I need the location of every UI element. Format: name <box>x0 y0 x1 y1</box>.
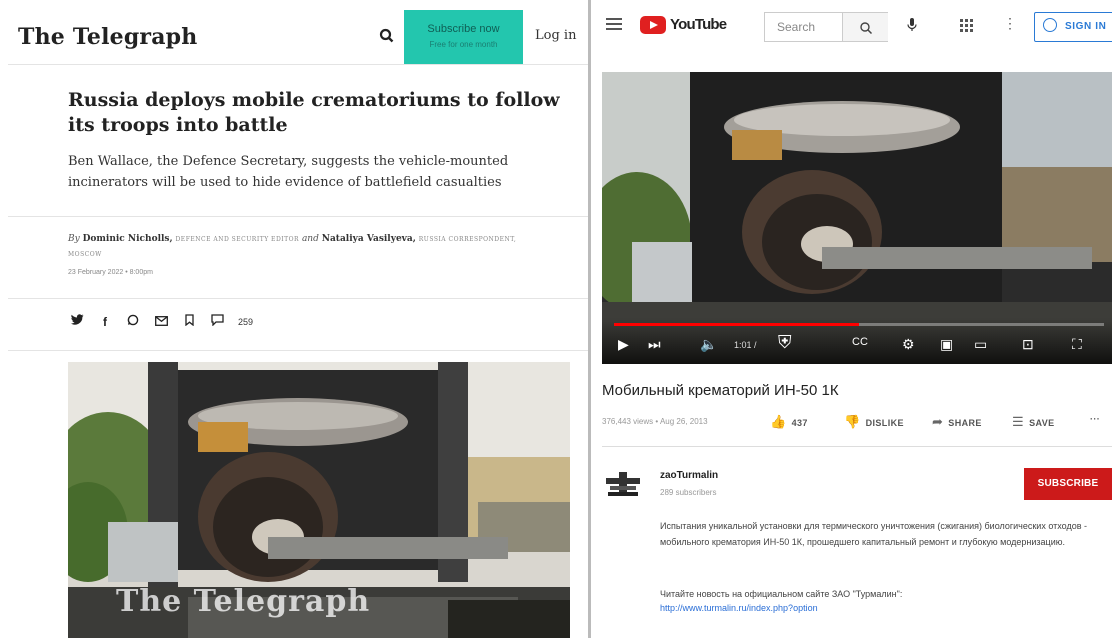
article-headline: Russia deploys mobile crematoriums to fo… <box>68 89 560 136</box>
like-button[interactable]: 👍 437 <box>770 414 808 430</box>
article-standfirst: Ben Wallace, the Defence Secretary, sugg… <box>68 154 509 190</box>
divider <box>8 216 588 217</box>
save-label: SAVE <box>1029 418 1055 428</box>
byline-by: By <box>68 234 80 244</box>
telegraph-header: The Telegraph Subscribe now Free for one… <box>8 8 588 65</box>
subscribe-label: Subscribe now <box>427 23 500 35</box>
share-bar: f 259 <box>70 314 253 329</box>
divider <box>8 350 588 351</box>
dislike-button[interactable]: 👎 DISLIKE <box>844 414 904 430</box>
composite-screenshot: The Telegraph Subscribe now Free for one… <box>0 0 1112 638</box>
subscriber-count: 289 subscribers <box>660 488 717 497</box>
bookmark-icon[interactable] <box>182 314 196 329</box>
more-vert-icon[interactable]: ⋮ <box>1003 15 1017 32</box>
youtube-logo-icon[interactable] <box>640 16 666 34</box>
search-icon <box>859 22 872 35</box>
shield-icon[interactable]: ⛨ <box>778 332 792 353</box>
apps-grid-icon[interactable] <box>960 19 973 32</box>
like-count: 437 <box>791 418 808 428</box>
player-controls: ▶ ⏭ 🔈 1:01 / ⛨ CC ⚙ ▣ ▭ ⊡ ⛶ <box>602 318 1112 364</box>
video-title: Мобильный крематорий ИН-50 1К <box>602 382 839 399</box>
video-description: Испытания уникальной установки для терми… <box>660 521 1087 547</box>
play-icon[interactable]: ▶ <box>618 336 629 353</box>
sign-in-button[interactable]: SIGN IN <box>1034 12 1112 42</box>
save-button[interactable]: ☰ SAVE <box>1012 414 1055 430</box>
author-role: DEFENCE AND SECURITY EDITOR <box>175 236 300 243</box>
volume-icon[interactable]: 🔈 <box>700 336 717 353</box>
whatsapp-icon[interactable] <box>126 314 140 329</box>
telegraph-page: The Telegraph Subscribe now Free for one… <box>8 8 588 638</box>
description-link[interactable]: http://www.turmalin.ru/index.php?option <box>660 603 818 613</box>
facebook-icon[interactable]: f <box>98 315 112 329</box>
fullscreen-icon[interactable]: ⛶ <box>1072 336 1082 353</box>
video-description-more: Читайте новость на официальном сайте ЗАО… <box>660 587 1105 615</box>
image-watermark: The Telegraph <box>116 584 371 619</box>
login-link[interactable]: Log in <box>535 28 576 43</box>
next-icon[interactable]: ⏭ <box>648 336 661 353</box>
channel-name[interactable]: zaoTurmalin <box>660 470 718 481</box>
more-actions-icon[interactable]: ··· <box>1090 414 1100 424</box>
settings-icon[interactable]: ⚙ <box>902 336 915 353</box>
progress-bar[interactable] <box>614 323 1104 326</box>
byline: By Dominic Nicholls, DEFENCE AND SECURIT… <box>68 232 538 262</box>
telegraph-logo[interactable]: The Telegraph <box>18 24 197 50</box>
youtube-logo[interactable]: YouTube <box>670 16 727 33</box>
byline-and: and <box>301 234 319 244</box>
comment-icon[interactable] <box>210 314 224 329</box>
thumbs-up-icon: 👍 <box>770 414 787 429</box>
progress-fill <box>614 323 859 326</box>
thumbs-down-icon: 👎 <box>844 414 861 429</box>
author-link[interactable]: Dominic Nicholls, <box>83 234 173 244</box>
miniplayer-icon[interactable]: ▣ <box>940 336 953 353</box>
theater-mode-icon[interactable]: ▭ <box>974 336 987 353</box>
channel-avatar[interactable] <box>606 470 640 498</box>
subscribe-sublabel: Free for one month <box>429 40 498 49</box>
search-icon[interactable] <box>378 27 396 45</box>
search-button[interactable] <box>842 13 888 41</box>
video-player[interactable]: ▶ ⏭ 🔈 1:01 / ⛨ CC ⚙ ▣ ▭ ⊡ ⛶ <box>602 72 1112 364</box>
sign-in-label: SIGN IN <box>1065 21 1107 32</box>
publish-date: 23 February 2022 • 8:00pm <box>68 269 153 276</box>
share-label: SHARE <box>948 418 982 428</box>
dislike-label: DISLIKE <box>865 418 904 428</box>
author-link[interactable]: Nataliya Vasilyeva, <box>322 234 416 244</box>
divider <box>602 446 1112 447</box>
cast-icon[interactable]: ⊡ <box>1022 336 1034 353</box>
time-display: 1:01 / <box>734 340 757 350</box>
share-button[interactable]: ➦ SHARE <box>932 414 982 430</box>
youtube-page: YouTube Search ⋮ SIGN IN ▶ ⏭ 🔈 1:01 / ⛨ … <box>592 0 1112 638</box>
account-icon <box>1043 18 1057 33</box>
menu-icon[interactable] <box>606 18 622 30</box>
description-line: Читайте новость на официальном сайте ЗАО… <box>660 589 903 599</box>
search-box[interactable]: Search <box>764 12 888 42</box>
comment-count[interactable]: 259 <box>238 317 253 327</box>
subscribe-button[interactable]: Subscribe now Free for one month <box>404 10 523 64</box>
share-icon: ➦ <box>932 414 944 429</box>
twitter-icon[interactable] <box>70 314 84 329</box>
subscribe-button[interactable]: SUBSCRIBE <box>1024 468 1112 500</box>
divider <box>8 298 588 299</box>
panel-divider <box>588 0 591 638</box>
subtitles-icon[interactable]: CC <box>852 336 868 348</box>
email-icon[interactable] <box>154 315 168 329</box>
search-input[interactable]: Search <box>777 20 815 34</box>
microphone-icon[interactable] <box>907 18 917 32</box>
playlist-add-icon: ☰ <box>1012 414 1025 429</box>
video-meta: 376,443 views • Aug 26, 2013 <box>602 417 708 426</box>
article-image: The Telegraph <box>68 362 570 638</box>
